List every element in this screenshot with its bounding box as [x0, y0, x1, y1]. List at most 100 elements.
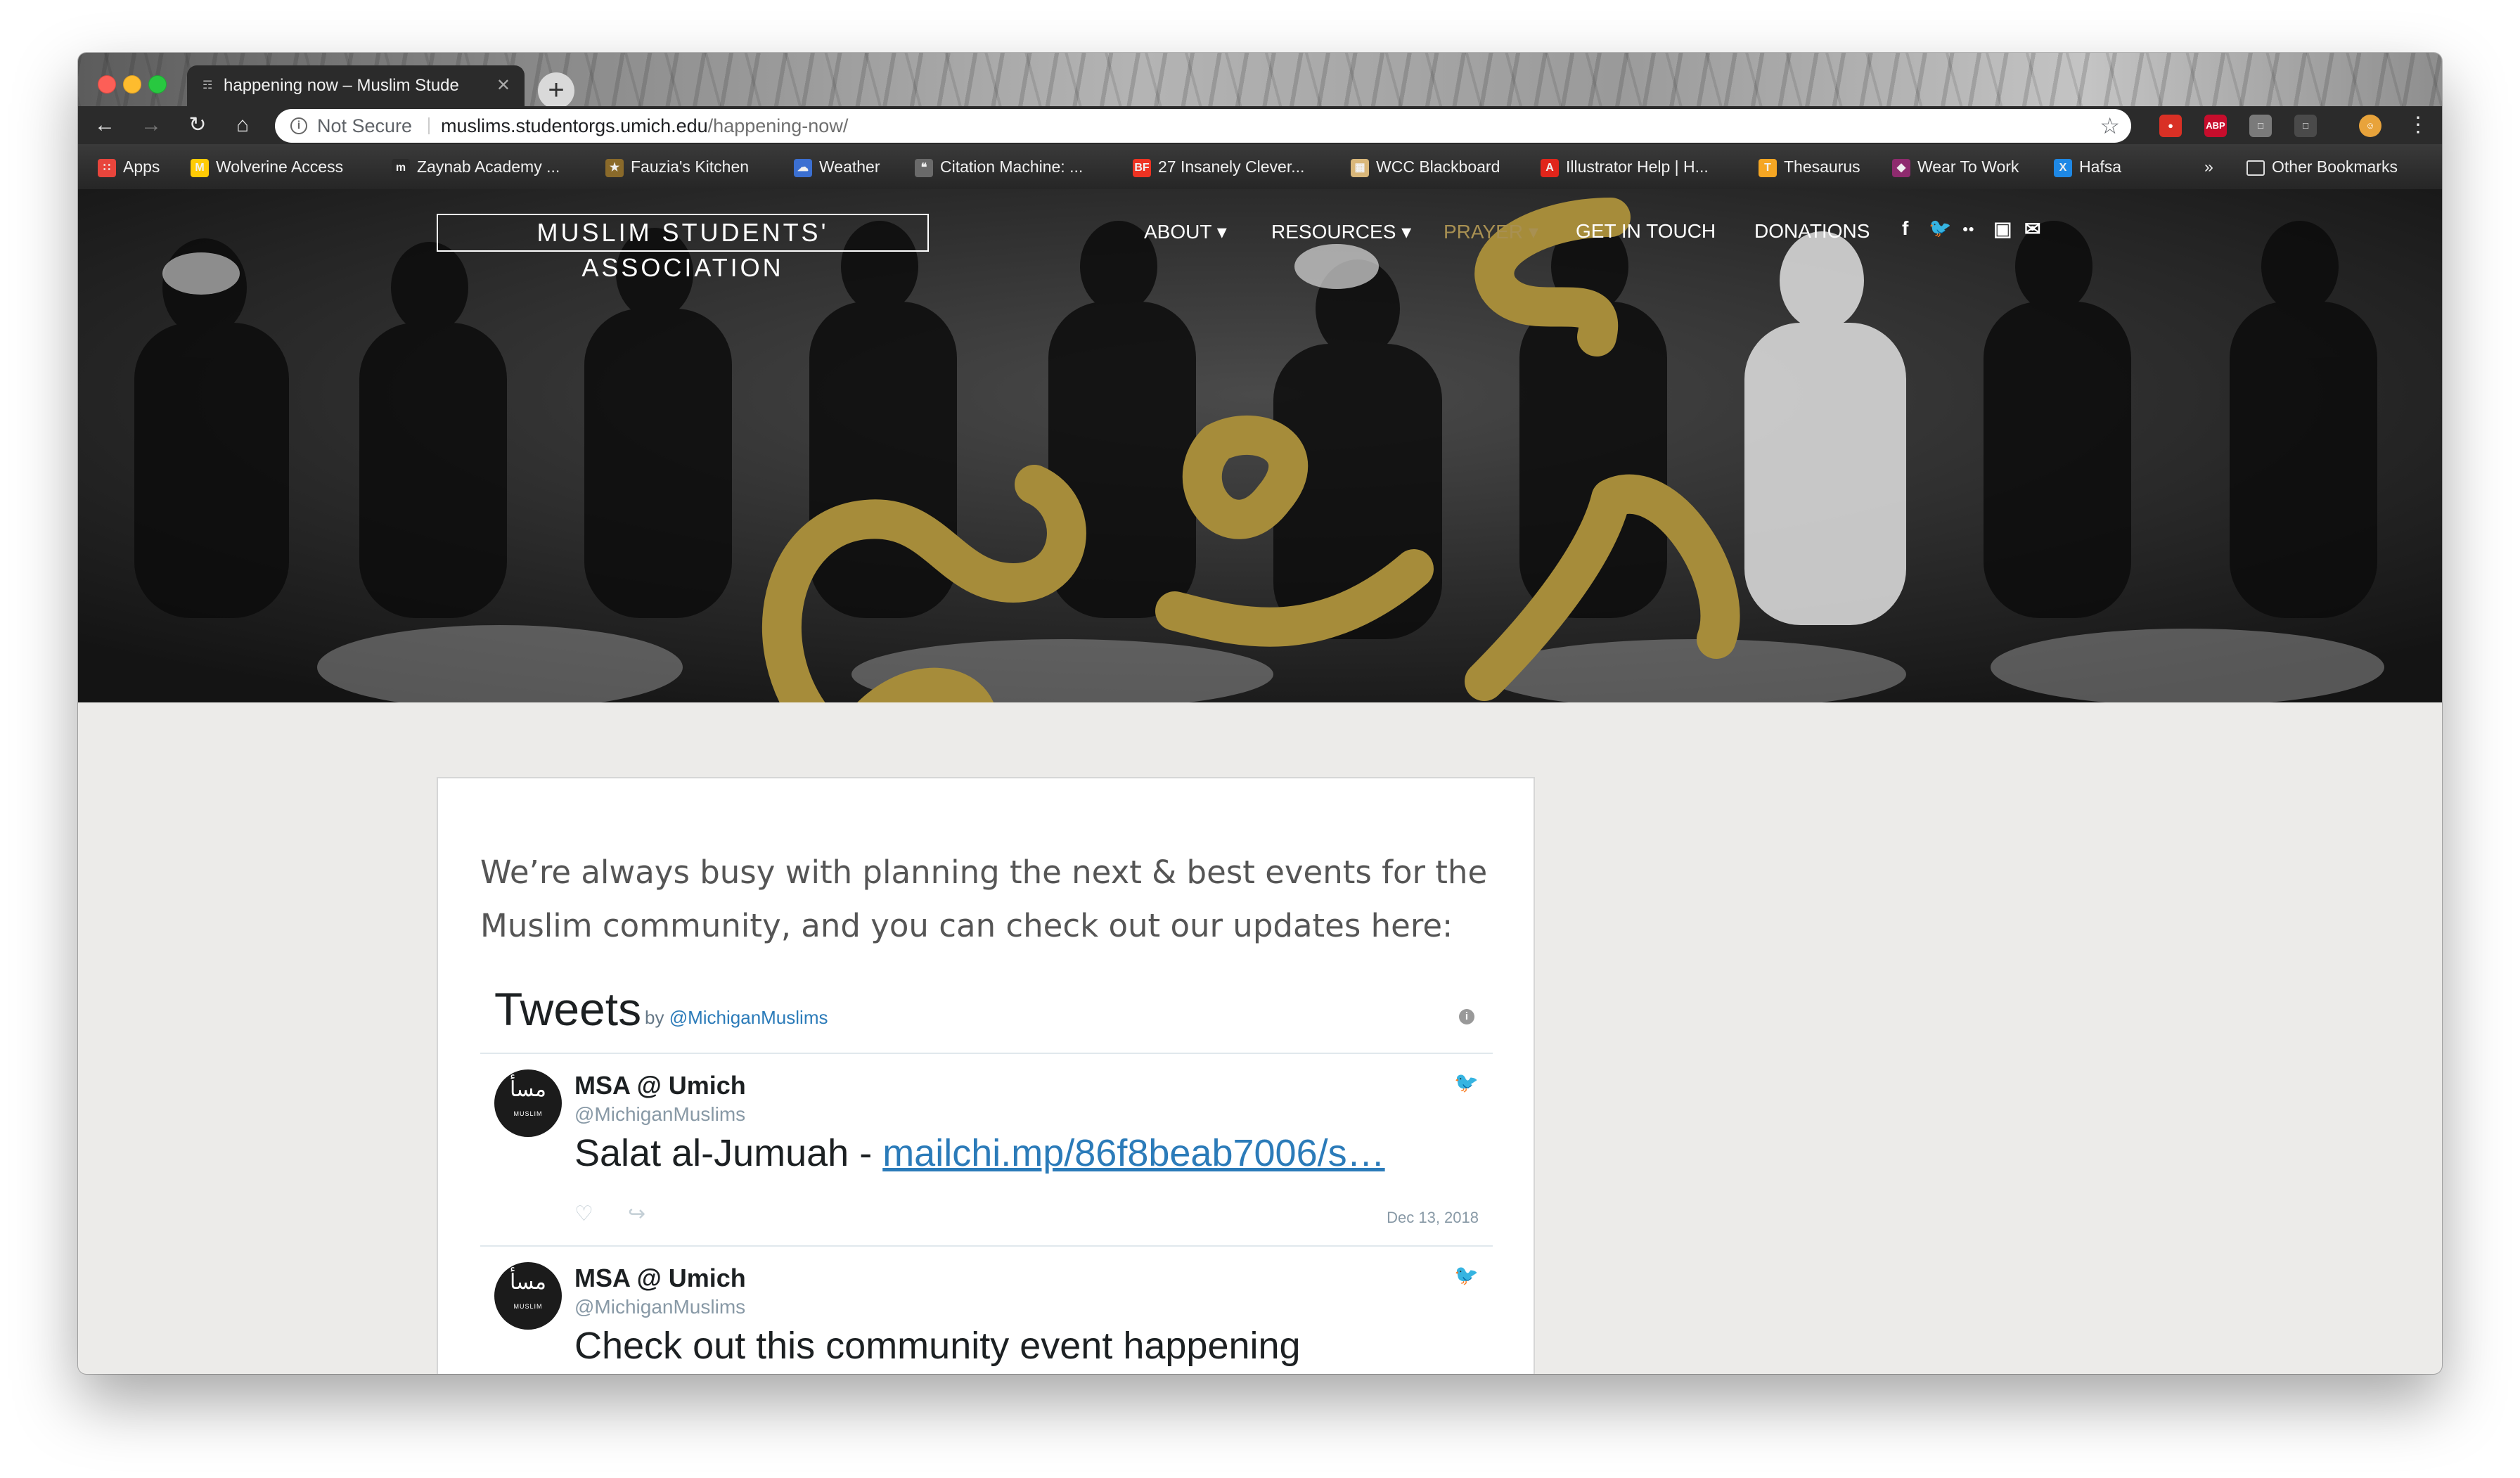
forward-button[interactable]: → — [137, 112, 165, 139]
avatar-wordmark: MUSLIM — [513, 1303, 543, 1310]
reload-button[interactable]: ↻ — [184, 112, 212, 139]
browser-menu-icon[interactable]: ⋮ — [2404, 112, 2432, 139]
bookmark-label: Zaynab Academy ... — [417, 158, 560, 176]
url-text[interactable]: muslims.studentorgs.umich.edu/happening-… — [441, 109, 848, 143]
blackboard-icon: ▦ — [1351, 158, 1369, 177]
browser-toolbar: ← → ↻ ⌂ i Not Secure muslims.studentorgs… — [78, 106, 2442, 144]
bookmark-label: Wolverine Access — [216, 158, 344, 176]
close-window-button[interactable] — [98, 75, 116, 94]
bookmark-item[interactable]: ∷ Apps — [98, 144, 160, 189]
bookmark-label: Apps — [123, 158, 160, 176]
share-icon[interactable]: ↪ — [628, 1202, 645, 1226]
nav-prayer[interactable]: PRAYER ▾ — [1444, 220, 1538, 243]
nav-donations[interactable]: DONATIONS — [1754, 220, 1870, 243]
bookmark-item[interactable]: T Thesaurus — [1759, 144, 1860, 189]
email-icon[interactable]: ✉ — [2024, 217, 2040, 240]
tweet-author-handle[interactable]: @MichiganMuslims — [574, 1103, 745, 1126]
tweet-author-name[interactable]: MSA @ Umich — [574, 1071, 746, 1100]
avatar[interactable]: مسأ MUSLIM — [494, 1069, 562, 1137]
bookmark-item[interactable]: ❝ Citation Machine: ... — [915, 144, 1083, 189]
new-tab-button[interactable]: + — [538, 72, 574, 109]
tweet-date[interactable]: Dec 13, 2018 — [1387, 1209, 1479, 1227]
zoom-window-button[interactable] — [148, 75, 167, 94]
not-secure-label: Not Secure — [317, 115, 413, 136]
bookmark-item[interactable]: M Wolverine Access — [191, 144, 343, 189]
info-icon[interactable]: i — [1459, 1009, 1474, 1024]
tweet-item[interactable]: مسأ MUSLIM MSA @ Umich @MichiganMuslims … — [480, 1247, 1493, 1374]
bookmarks-overflow-button[interactable]: » — [2204, 144, 2213, 189]
bookmark-label: WCC Blackboard — [1376, 158, 1500, 176]
wear-to-work-icon: ◆ — [1892, 158, 1910, 177]
kitchen-icon: ★ — [605, 158, 624, 177]
extension-icon[interactable]: □ — [2249, 115, 2272, 137]
citation-icon: ❝ — [915, 158, 933, 177]
hero-banner: MUSLIM STUDENTS' ASSOCIATION ABOUT ▾ RES… — [78, 189, 2442, 702]
site-brand-logo[interactable]: MUSLIM STUDENTS' ASSOCIATION — [437, 214, 929, 282]
opera-extension-icon[interactable]: ● — [2159, 115, 2182, 137]
nav-resources[interactable]: RESOURCES ▾ — [1271, 220, 1411, 243]
tab-close-icon[interactable]: ✕ — [496, 65, 510, 106]
site-navigation: MUSLIM STUDENTS' ASSOCIATION ABOUT ▾ RES… — [78, 189, 2442, 282]
tweets-byline: by @MichiganMuslims — [645, 1007, 828, 1029]
bookmark-star-icon[interactable]: ☆ — [2100, 109, 2120, 143]
extension-icon[interactable]: □ — [2294, 115, 2317, 137]
bookmark-item[interactable]: ★ Fauzia's Kitchen — [605, 144, 749, 189]
address-separator — [428, 117, 430, 134]
bookmark-item[interactable]: m Zaynab Academy ... — [392, 144, 560, 189]
url-path: /happening-now/ — [707, 115, 849, 136]
bookmark-label: Weather — [819, 158, 880, 176]
like-heart-icon[interactable]: ♡ — [574, 1202, 593, 1226]
tweet-author-handle[interactable]: @MichiganMuslims — [574, 1296, 745, 1318]
tweet-author-name[interactable]: MSA @ Umich — [574, 1264, 746, 1293]
weather-icon: ☁ — [794, 158, 812, 177]
tweets-by-label: by — [645, 1007, 664, 1028]
tweet-body: Salat al-Jumuah - — [574, 1132, 883, 1174]
flickr-icon[interactable]: ●● — [1962, 223, 1974, 234]
bookmark-item[interactable]: ☁ Weather — [794, 144, 880, 189]
tab-title: happening now – Muslim Stude — [224, 76, 459, 95]
bookmark-item[interactable]: X Hafsa — [2054, 144, 2121, 189]
bookmark-item[interactable]: A Illustrator Help | H... — [1541, 144, 1709, 189]
address-bar[interactable]: i Not Secure muslims.studentorgs.umich.e… — [275, 109, 2131, 143]
adblock-extension-icon[interactable]: ABP — [2204, 115, 2227, 137]
adobe-icon: A — [1541, 158, 1559, 177]
tweet-text: Check out this community event happening — [574, 1325, 1301, 1367]
hafsa-icon: X — [2054, 158, 2072, 177]
back-button[interactable]: ← — [91, 112, 119, 139]
browser-tab-active[interactable]: ☶ happening now – Muslim Stude ✕ — [187, 65, 525, 106]
other-bookmarks-button[interactable]: Other Bookmarks — [2246, 144, 2398, 189]
bookmark-label: Citation Machine: ... — [940, 158, 1084, 176]
twitter-bird-icon[interactable]: 🐦 — [1454, 1071, 1479, 1094]
michigan-m-icon: M — [191, 158, 209, 177]
content-card: We’re always busy with planning the next… — [437, 777, 1535, 1374]
avatar-logo-glyph: مسأ — [510, 1270, 546, 1294]
minimize-window-button[interactable] — [123, 75, 141, 94]
bookmark-label: Hafsa — [2079, 158, 2122, 176]
nav-get-in-touch[interactable]: GET IN TOUCH — [1576, 220, 1716, 243]
tab-strip: ☶ happening now – Muslim Stude ✕ + — [78, 53, 2442, 109]
bookmark-item[interactable]: BF 27 Insanely Clever... — [1133, 144, 1304, 189]
nav-about[interactable]: ABOUT ▾ — [1144, 220, 1227, 243]
tweet-item[interactable]: مسأ MUSLIM MSA @ Umich @MichiganMuslims … — [480, 1054, 1493, 1244]
tweets-handle-link[interactable]: @MichiganMuslims — [669, 1007, 828, 1028]
other-bookmarks-label: Other Bookmarks — [2272, 158, 2398, 176]
instagram-icon[interactable]: ▣ — [1993, 217, 2012, 240]
bookmark-item[interactable]: ◆ Wear To Work — [1892, 144, 2019, 189]
bookmark-item[interactable]: ▦ WCC Blackboard — [1351, 144, 1500, 189]
avatar[interactable]: مسأ MUSLIM — [494, 1262, 562, 1330]
twitter-bird-icon[interactable]: 🐦 — [1454, 1264, 1479, 1287]
facebook-icon[interactable]: f — [1902, 217, 1908, 240]
home-button[interactable]: ⌂ — [229, 112, 257, 139]
tweet-text: Salat al-Jumuah - mailchi.mp/86f8beab700… — [574, 1131, 1467, 1175]
url-host: muslims.studentorgs.umich.edu — [441, 115, 708, 136]
bookmark-label: 27 Insanely Clever... — [1158, 158, 1305, 176]
avatar-wordmark: MUSLIM — [513, 1110, 543, 1117]
bf-icon: BF — [1133, 158, 1151, 177]
profile-avatar-icon[interactable]: ☺ — [2359, 115, 2381, 137]
bookmark-label: Thesaurus — [1784, 158, 1860, 176]
bookmark-label: Fauzia's Kitchen — [631, 158, 750, 176]
tweet-link[interactable]: mailchi.mp/86f8beab7006/s… — [882, 1132, 1384, 1174]
twitter-icon[interactable]: 🐦 — [1929, 217, 1951, 239]
info-icon[interactable]: i — [290, 117, 307, 134]
tweets-title: Tweets — [494, 983, 642, 1035]
